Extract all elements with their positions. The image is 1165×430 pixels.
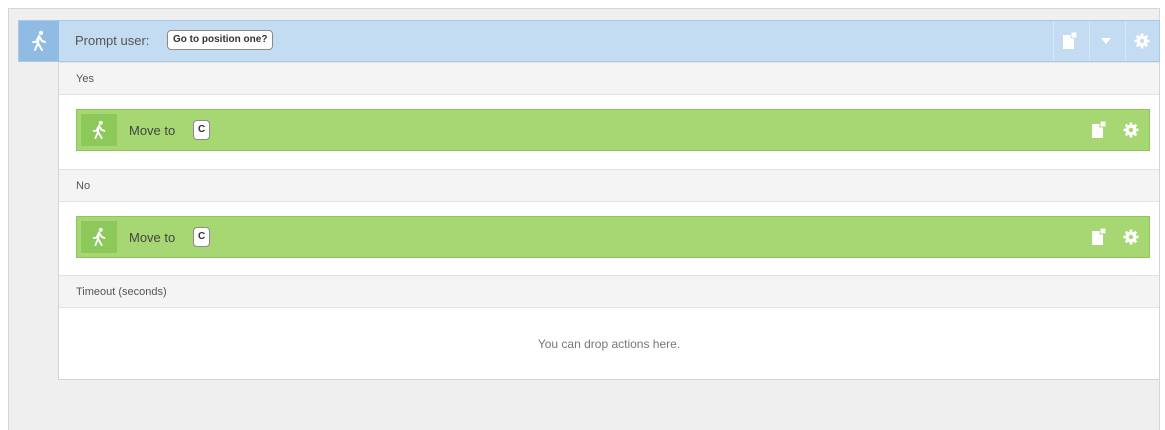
no-branch-label: No	[59, 169, 1159, 202]
prompt-user-block[interactable]: Prompt user: Go to position one?	[18, 20, 1160, 62]
gear-icon	[1134, 33, 1149, 49]
walking-person-icon	[81, 221, 117, 253]
prompt-branches-panel: Yes Move to C No Move to C Timeout (seco…	[58, 62, 1160, 380]
move-to-label: Move to	[129, 230, 176, 245]
timeout-label: Timeout (seconds)	[59, 275, 1159, 308]
move-to-action-yes[interactable]: Move to C	[76, 109, 1150, 151]
settings-button[interactable]	[1115, 110, 1147, 150]
yes-branch-label: Yes	[59, 62, 1159, 95]
drop-hint-text: You can drop actions here.	[537, 337, 681, 351]
paste-icon	[1092, 228, 1107, 245]
paste-button[interactable]	[1053, 21, 1085, 61]
gear-icon	[1123, 229, 1139, 245]
position-field[interactable]: C	[193, 227, 211, 247]
gear-icon	[1123, 122, 1139, 138]
settings-button[interactable]	[1125, 21, 1157, 61]
move-to-label: Move to	[129, 123, 176, 138]
prompt-text-field[interactable]: Go to position one?	[167, 30, 274, 50]
paste-icon	[1092, 121, 1107, 138]
paste-button[interactable]	[1083, 110, 1115, 150]
settings-button[interactable]	[1115, 217, 1147, 257]
walking-person-icon	[19, 21, 59, 61]
walking-person-icon	[81, 114, 117, 146]
move-to-action-no[interactable]: Move to C	[76, 216, 1150, 258]
paste-button[interactable]	[1083, 217, 1115, 257]
chevron-down-icon	[1100, 38, 1111, 44]
position-field[interactable]: C	[193, 120, 211, 140]
collapse-dropdown-button[interactable]	[1089, 21, 1121, 61]
paste-icon	[1062, 32, 1077, 49]
drop-zone[interactable]: You can drop actions here.	[59, 309, 1159, 379]
prompt-user-label: Prompt user:	[75, 33, 150, 48]
